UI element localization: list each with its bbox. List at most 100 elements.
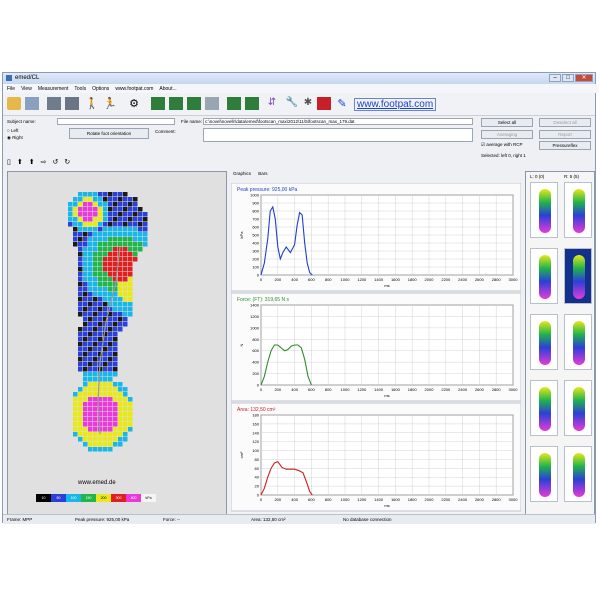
pressure-cell <box>93 207 98 212</box>
pressure-cell <box>103 192 108 197</box>
pressure-cell <box>103 432 108 437</box>
pressure-cell <box>93 392 98 397</box>
rotate-left-icon[interactable]: ↺ <box>52 158 58 166</box>
pressure-cell <box>83 307 88 312</box>
menu-options[interactable]: Options <box>92 86 109 92</box>
step-thumbnail[interactable] <box>530 314 558 370</box>
status-force: Force: -- <box>163 517 181 522</box>
side-right-radio[interactable]: ◉ Right <box>7 135 23 141</box>
measure-icon[interactable]: ✱ <box>301 97 315 110</box>
close-button[interactable]: ✕ <box>575 74 593 82</box>
deselect-all-button[interactable]: Deselect all <box>539 118 591 127</box>
settings-gear-icon[interactable]: ⚙ <box>127 97 141 110</box>
step-thumbnail[interactable] <box>564 314 592 370</box>
pressure-cell <box>98 282 103 287</box>
pressure-cell <box>83 287 88 292</box>
subject-name-input[interactable] <box>57 118 175 125</box>
pressure-cell <box>93 242 98 247</box>
tools-icon[interactable]: 🔧 <box>285 97 299 110</box>
print-preview-icon[interactable] <box>65 97 79 110</box>
page-icon[interactable]: ▯ <box>7 158 11 166</box>
step-thumbnail[interactable] <box>564 380 592 436</box>
step-thumbnail[interactable] <box>530 248 558 304</box>
export-icon[interactable]: ⇵ <box>265 97 279 110</box>
pressure-cell <box>138 247 143 252</box>
step-thumbnail[interactable] <box>530 446 558 502</box>
x-axis-label: ms <box>384 393 389 398</box>
rotate-right-icon[interactable]: ↻ <box>64 158 70 166</box>
pressure-cell <box>93 382 98 387</box>
y-tick-label: 100 <box>252 448 259 453</box>
tab-graphics[interactable]: Graphics <box>233 171 251 176</box>
pressure-cell <box>78 357 83 362</box>
pressure-cell <box>118 317 123 322</box>
chart-panel: Peak pressure: 925,00 kPa010020030040050… <box>230 182 522 292</box>
minimize-button[interactable]: – <box>549 74 561 82</box>
up-arrow-icon[interactable]: ⬆ <box>17 158 23 166</box>
side-left-radio[interactable]: ○ Left <box>7 128 18 133</box>
pressure-cell <box>128 232 133 237</box>
pressure-cell <box>128 272 133 277</box>
maximize-button[interactable]: □ <box>562 74 574 82</box>
pressure-cell <box>88 307 93 312</box>
pressure-cell <box>128 427 133 432</box>
analysis-3-icon[interactable] <box>187 97 201 110</box>
menu-view[interactable]: View <box>21 86 32 92</box>
legend-item: 50 <box>51 494 66 502</box>
pressure-cell <box>103 267 108 272</box>
pressure-cell <box>118 307 123 312</box>
app-window: emed/CL – □ ✕ File View Measurement Tool… <box>2 72 599 524</box>
analysis-4-icon[interactable] <box>205 97 219 110</box>
up-arrow-2-icon[interactable]: ⬆ <box>29 158 35 166</box>
pressure-cell <box>83 292 88 297</box>
title-bar: emed/CL – □ ✕ <box>3 73 595 84</box>
analysis-2-icon[interactable] <box>169 97 183 110</box>
pressure-cell <box>83 242 88 247</box>
right-arrow-icon[interactable]: ⇨ <box>41 158 47 166</box>
pressure-cell <box>93 412 98 417</box>
pressure-cell <box>103 372 108 377</box>
menu-measurement[interactable]: Measurement <box>38 86 69 92</box>
step-thumbnail[interactable] <box>530 380 558 436</box>
pressure-cell <box>93 387 98 392</box>
database-icon[interactable] <box>317 97 331 110</box>
pressure-cell <box>83 317 88 322</box>
comment-input[interactable] <box>203 128 473 142</box>
pressure-cell <box>108 402 113 407</box>
menu-footpat[interactable]: www.footpat.com <box>115 86 153 92</box>
analysis-5-icon[interactable] <box>227 97 241 110</box>
analysis-1-icon[interactable] <box>151 97 165 110</box>
menu-about[interactable]: About... <box>159 86 176 92</box>
select-all-button[interactable]: Select all <box>481 118 533 127</box>
footpat-link[interactable]: www.footpat.com <box>354 98 437 111</box>
open-folder-icon[interactable] <box>7 97 21 110</box>
pressure-cell <box>93 377 98 382</box>
rotate-foot-button[interactable]: Rotate foot orientation <box>69 128 149 139</box>
analysis-6-icon[interactable] <box>245 97 259 110</box>
save-icon[interactable] <box>25 97 39 110</box>
tab-bars[interactable]: Bars <box>258 171 267 176</box>
walking-person-icon[interactable]: 🚶 <box>85 97 99 110</box>
averaging-button[interactable]: Averaging <box>481 130 533 139</box>
pressure-cell <box>113 367 118 372</box>
print-icon[interactable] <box>47 97 61 110</box>
menu-tools[interactable]: Tools <box>74 86 86 92</box>
pressure-cell <box>103 302 108 307</box>
pressure-cell <box>78 437 83 442</box>
gait-icon[interactable]: 🏃 <box>103 97 117 110</box>
y-axis-label: cm² <box>239 451 244 458</box>
menu-file[interactable]: File <box>7 86 15 92</box>
step-thumbnail[interactable] <box>564 248 592 304</box>
pressure-cell <box>123 422 128 427</box>
report-button[interactable]: Report <box>539 130 591 139</box>
pressureflex-button[interactable]: Pressureflex <box>539 141 591 150</box>
pen-icon[interactable]: ✎ <box>335 97 349 110</box>
pressure-cell <box>108 192 113 197</box>
pressure-cell <box>128 297 133 302</box>
step-thumbnail[interactable] <box>564 446 592 502</box>
step-thumbnail[interactable] <box>564 182 592 238</box>
avg-rcp-checkbox[interactable]: ☑ average with RCP <box>481 142 523 148</box>
step-thumbnail[interactable] <box>530 182 558 238</box>
pressure-cell <box>88 422 93 427</box>
file-name-field[interactable]: c:\novel\novellr\data\emed\footscan_max\… <box>203 118 473 125</box>
